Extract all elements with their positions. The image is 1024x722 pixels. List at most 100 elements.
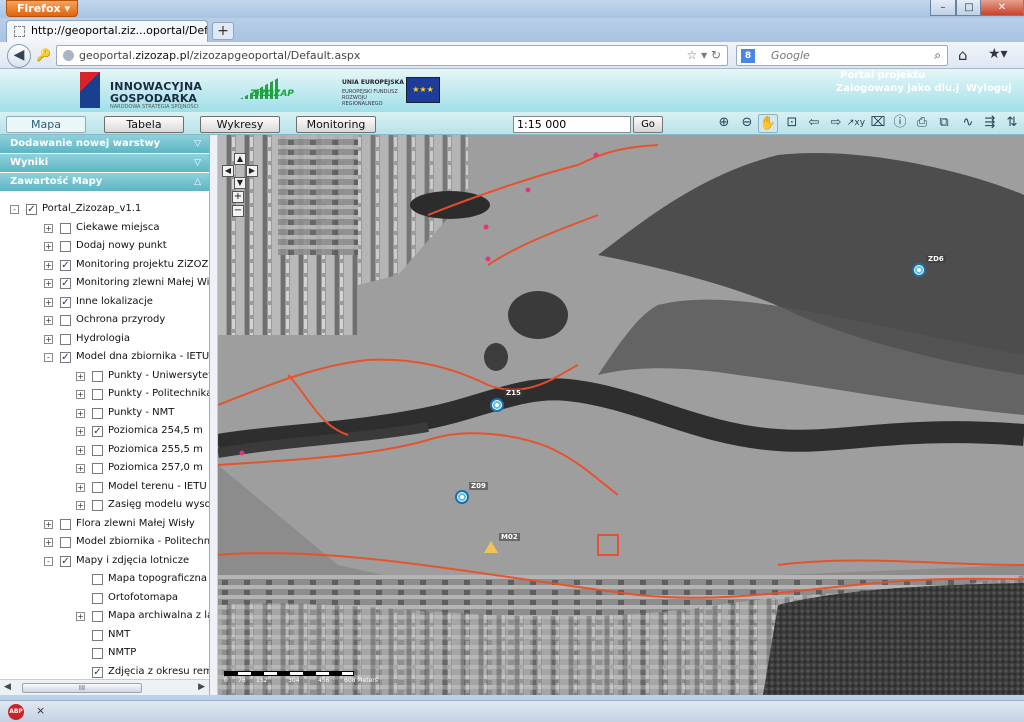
triangle-marker-icon[interactable]	[484, 541, 498, 553]
horizontal-scrollbar[interactable]: ◀ III ▶	[0, 679, 209, 695]
tree-node-label[interactable]: Poziomica 254,5 m	[108, 424, 203, 438]
close-icon[interactable]: ×	[36, 704, 45, 717]
logout-link[interactable]: Wyloguj	[966, 83, 1012, 94]
collapse-icon[interactable]: -	[10, 205, 19, 214]
layer-checkbox[interactable]	[92, 463, 103, 474]
reload-icon[interactable]: ↻	[711, 48, 721, 62]
expand-icon[interactable]: +	[76, 408, 85, 418]
back-button[interactable]: ◀	[7, 44, 31, 68]
map-zoom-out-button[interactable]: −	[232, 205, 244, 217]
tree-node-label[interactable]: Monitoring projektu ZiZOZap	[76, 258, 209, 272]
section-add-layer[interactable]: Dodawanie nowej warstwy ▽	[0, 135, 209, 154]
scroll-left-icon[interactable]: ◀	[4, 682, 11, 692]
expand-icon[interactable]: +	[44, 316, 53, 325]
expand-icon[interactable]: +	[44, 223, 53, 233]
new-tab-button[interactable]: +	[212, 22, 234, 40]
expand-icon[interactable]: +	[44, 242, 53, 251]
layer-checkbox[interactable]: ✓	[26, 204, 37, 215]
layer-checkbox[interactable]	[60, 537, 71, 548]
zoom-in-icon[interactable]: ⊕	[714, 114, 734, 133]
layer-checkbox[interactable]: ✓	[92, 426, 103, 437]
settings-icon[interactable]: ⇅	[1002, 114, 1022, 133]
tree-node-label[interactable]: Poziomica 257,0 m	[108, 461, 203, 475]
search-icon[interactable]: ⌕	[934, 48, 941, 63]
tree-node-label[interactable]: Inne lokalizacje	[76, 295, 153, 309]
expand-icon[interactable]: +	[76, 612, 85, 621]
layer-checkbox[interactable]	[92, 611, 103, 622]
layer-checkbox[interactable]	[60, 222, 71, 234]
expand-icon[interactable]: +	[76, 371, 85, 381]
tree-node-label[interactable]: Model dna zbiornika - IETU	[76, 350, 209, 364]
print-icon[interactable]: ⎙	[912, 114, 932, 133]
section-map-contents[interactable]: Zawartość Mapy △	[0, 173, 209, 192]
tree-node-label[interactable]: Punkty - Uniwersytet Śląski	[108, 369, 209, 383]
expand-icon[interactable]: +	[44, 297, 53, 307]
tree-node-label[interactable]: NMT	[108, 628, 130, 642]
layer-checkbox[interactable]	[92, 370, 103, 382]
tree-node-label[interactable]: Ciekawe miejsca	[76, 221, 159, 235]
collapse-icon[interactable]: -	[44, 353, 53, 362]
tree-node-label[interactable]: Model terenu - IETU	[108, 480, 207, 494]
expand-icon[interactable]: +	[76, 501, 85, 510]
layer-checkbox[interactable]	[92, 481, 103, 493]
panel-splitter[interactable]	[210, 135, 218, 695]
expand-icon[interactable]: +	[76, 482, 85, 492]
close-window-button[interactable]: ✕	[980, 0, 1024, 16]
zoom-out-icon[interactable]: ⊖	[737, 114, 757, 133]
map-zoom-in-button[interactable]: +	[232, 191, 244, 203]
layer-checkbox[interactable]	[92, 444, 103, 456]
collapse-icon[interactable]: -	[44, 556, 53, 566]
layer-checkbox[interactable]: ✓	[60, 278, 71, 289]
firefox-menu-button[interactable]: Firefox ▾	[6, 0, 78, 17]
tree-node-label[interactable]: Monitoring zlewni Małej Wisły	[76, 276, 209, 290]
layer-checkbox[interactable]: ✓	[60, 259, 71, 271]
tree-node-label[interactable]: Punkty - NMT	[108, 406, 174, 420]
export-icon[interactable]: ⇶	[980, 114, 1000, 133]
minimize-button[interactable]: –	[930, 0, 956, 16]
identify-icon[interactable]: ⌧	[868, 114, 888, 133]
layer-checkbox[interactable]	[92, 629, 103, 641]
pan-left-icon[interactable]: ◀	[222, 165, 234, 177]
station-marker-icon[interactable]	[490, 398, 504, 412]
layer-checkbox[interactable]	[92, 574, 103, 585]
expand-icon[interactable]: +	[44, 279, 53, 288]
expand-icon[interactable]: +	[44, 334, 53, 344]
layer-checkbox[interactable]: ✓	[60, 296, 71, 308]
adblock-icon[interactable]: ABP	[8, 704, 24, 720]
go-button[interactable]: Go	[633, 116, 663, 133]
tree-node-label[interactable]: Punkty - Politechnika Krakowska	[108, 387, 209, 401]
layer-checkbox[interactable]: ✓	[60, 555, 71, 567]
expand-icon[interactable]: +	[44, 538, 53, 547]
tree-node-label[interactable]: Mapa topograficzna 1:10 000	[108, 572, 209, 586]
url-bar[interactable]: geoportal.zizozap.pl/zizozapgeoportal/De…	[56, 45, 728, 66]
layer-checkbox[interactable]	[60, 518, 71, 530]
tree-node-label[interactable]: Portal_Zizozap_v1.1	[42, 202, 141, 216]
expand-icon[interactable]: +	[44, 519, 53, 529]
pan-up-icon[interactable]: ▲	[234, 153, 246, 165]
tree-node-label[interactable]: Poziomica 255,5 m	[108, 443, 203, 457]
coordinates-icon[interactable]: ↗xy	[846, 114, 866, 133]
expand-icon[interactable]: +	[76, 427, 85, 436]
tree-node-label[interactable]: Hydrologia	[76, 332, 130, 346]
layer-checkbox[interactable]	[92, 648, 103, 659]
layer-checkbox[interactable]	[60, 241, 71, 252]
tree-node-label[interactable]: Ochrona przyrody	[76, 313, 165, 327]
bookmarks-menu-icon[interactable]: ★▾	[988, 46, 1008, 62]
maximize-button[interactable]: □	[956, 0, 982, 16]
pan-down-icon[interactable]: ▼	[234, 177, 246, 189]
tree-node-label[interactable]: Zasięg modelu wysokościowego	[108, 498, 209, 512]
profile-icon[interactable]: ∿	[958, 114, 978, 133]
bookmark-star-icon[interactable]: ☆	[686, 48, 697, 62]
tree-node-label[interactable]: Flora zlewni Małej Wisły	[76, 517, 195, 531]
layer-checkbox[interactable]	[92, 500, 103, 511]
layer-checkbox[interactable]	[92, 592, 103, 604]
tree-node-label[interactable]: Dodaj nowy punkt	[76, 239, 167, 253]
google-icon[interactable]: 8	[741, 49, 755, 63]
browser-tab[interactable]: http://geoportal.ziz...oportal/Default.a…	[6, 20, 208, 42]
tab-mapa[interactable]: Mapa	[6, 116, 86, 133]
tab-tabela[interactable]: Tabela	[104, 116, 184, 133]
search-box[interactable]: 8 Google ⌕	[736, 45, 948, 66]
tree-node-label[interactable]: Mapy i zdjęcia lotnicze	[76, 554, 189, 568]
forward-arrow-icon[interactable]: ⇨	[826, 114, 846, 133]
layer-checkbox[interactable]	[92, 389, 103, 400]
